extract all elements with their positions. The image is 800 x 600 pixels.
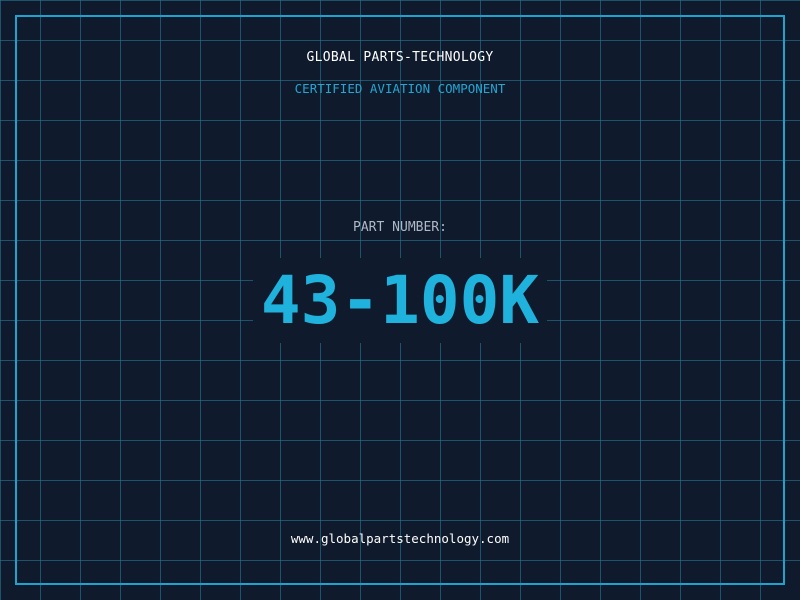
part-number-value: 43-100K <box>252 258 548 343</box>
part-number-container: 43-100K <box>0 258 800 343</box>
brand-title: GLOBAL PARTS-TECHNOLOGY <box>306 50 494 65</box>
brand-subtitle: CERTIFIED AVIATION COMPONENT <box>294 81 506 96</box>
website-url: www.globalpartstechnology.com <box>290 531 510 546</box>
part-label-card: GLOBAL PARTS-TECHNOLOGY CERTIFIED AVIATI… <box>0 0 800 600</box>
part-number-label: PART NUMBER: <box>353 220 447 235</box>
